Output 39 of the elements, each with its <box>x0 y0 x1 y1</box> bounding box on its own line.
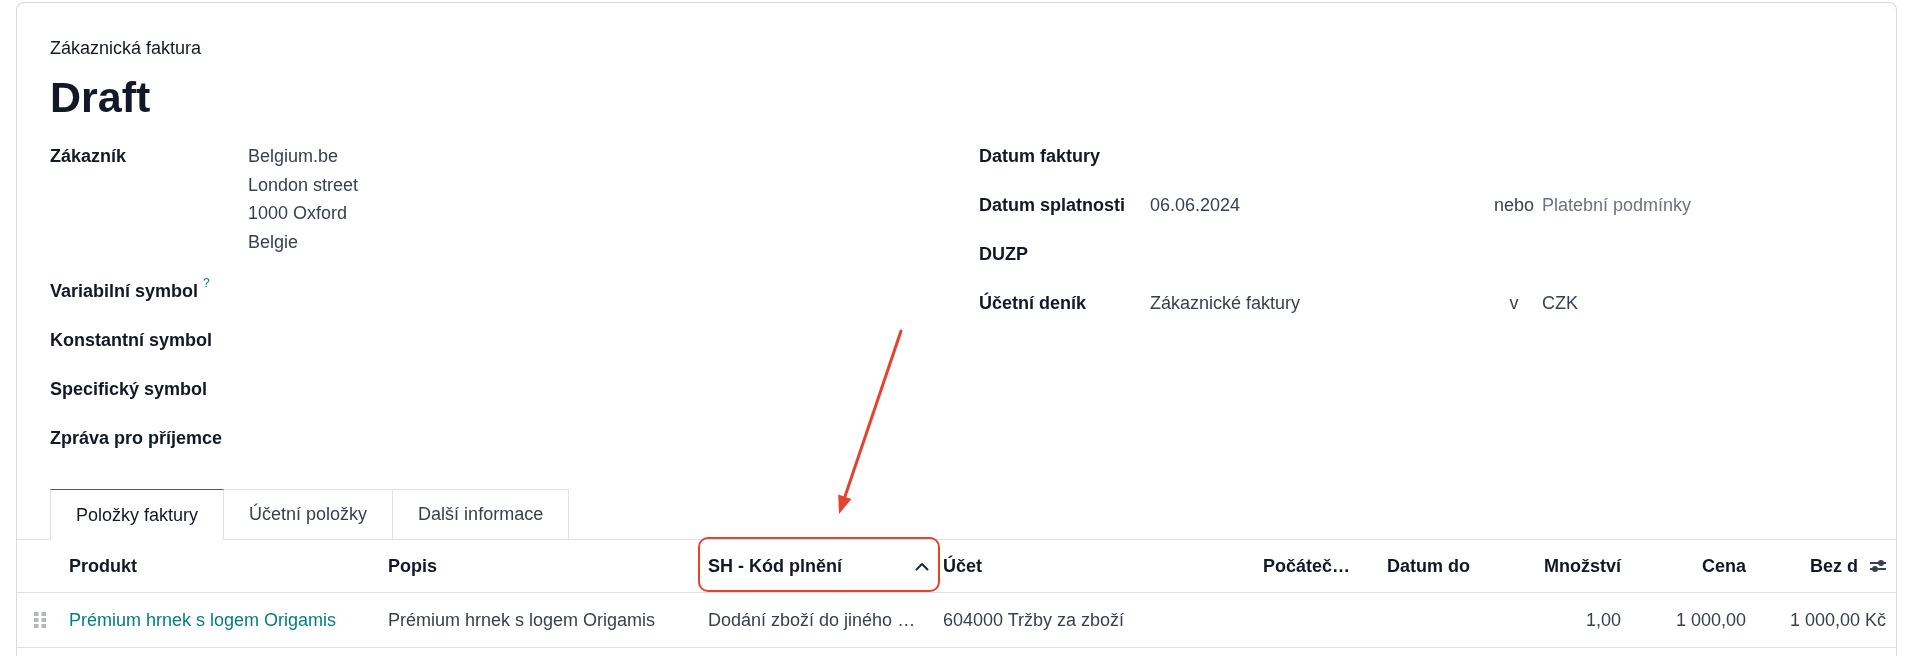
column-header[interactable]: Účet <box>943 555 982 577</box>
tab[interactable]: Položky faktury <box>50 489 225 540</box>
column-header[interactable]: Cena <box>1702 555 1746 577</box>
field-value[interactable]: 06.06.2024 <box>1150 195 1241 216</box>
sliders-icon[interactable] <box>1870 559 1886 573</box>
field-label: Datum splatnosti <box>979 195 1125 216</box>
field-label: Datum faktury <box>979 146 1101 167</box>
customer-address[interactable]: Belgium.be London street 1000 Oxford Belgie <box>248 142 359 257</box>
product-link[interactable]: Prémium hrnek s logem Origamis <box>69 609 337 631</box>
table-cell: 604000 Tržby za zboží <box>943 609 1125 631</box>
field-label: Zákazník <box>50 146 127 167</box>
column-header[interactable]: Množství <box>1544 555 1621 577</box>
column-header[interactable]: Počáteč… <box>1263 555 1351 577</box>
connector-text: nebo <box>1493 195 1534 216</box>
column-header[interactable]: Bez d <box>1810 555 1858 577</box>
table-cell: 1 000,00 Kč <box>1789 609 1886 631</box>
tab[interactable]: Další informace <box>392 489 570 539</box>
field-label: Zpráva pro příjemce <box>50 427 223 448</box>
field-label: Variabilní symbol <box>50 280 199 301</box>
column-header[interactable]: Produkt <box>69 555 137 577</box>
field-label: Účetní deník <box>979 293 1087 314</box>
input-field[interactable]: Platební podmínky <box>1542 191 1692 220</box>
field-value[interactable]: Zákaznické faktury <box>1150 293 1301 314</box>
field-label: Specifický symbol <box>50 378 208 399</box>
table-cell: 1,00 <box>1585 609 1621 631</box>
table-cell: 1 000,00 <box>1675 609 1746 631</box>
document-type: Zákaznická faktura <box>50 37 202 60</box>
table-cell: Prémium hrnek s logem Origamis <box>388 609 656 631</box>
field-label: DUZP <box>979 244 1028 265</box>
connector-text: v <box>1509 293 1519 314</box>
drag-handle-icon[interactable] <box>34 612 46 628</box>
document-title: Draft <box>50 72 151 123</box>
column-header[interactable]: Datum do <box>1387 555 1470 577</box>
column-header[interactable]: SH - Kód plnění <box>708 555 929 577</box>
table-cell: Dodání zboží do jiného … <box>708 609 916 631</box>
input-field[interactable]: CZK <box>1542 289 1578 318</box>
field-label: Konstantní symbol <box>50 329 212 350</box>
help-mark[interactable]: ? <box>203 275 210 290</box>
column-header[interactable]: Popis <box>388 555 437 577</box>
